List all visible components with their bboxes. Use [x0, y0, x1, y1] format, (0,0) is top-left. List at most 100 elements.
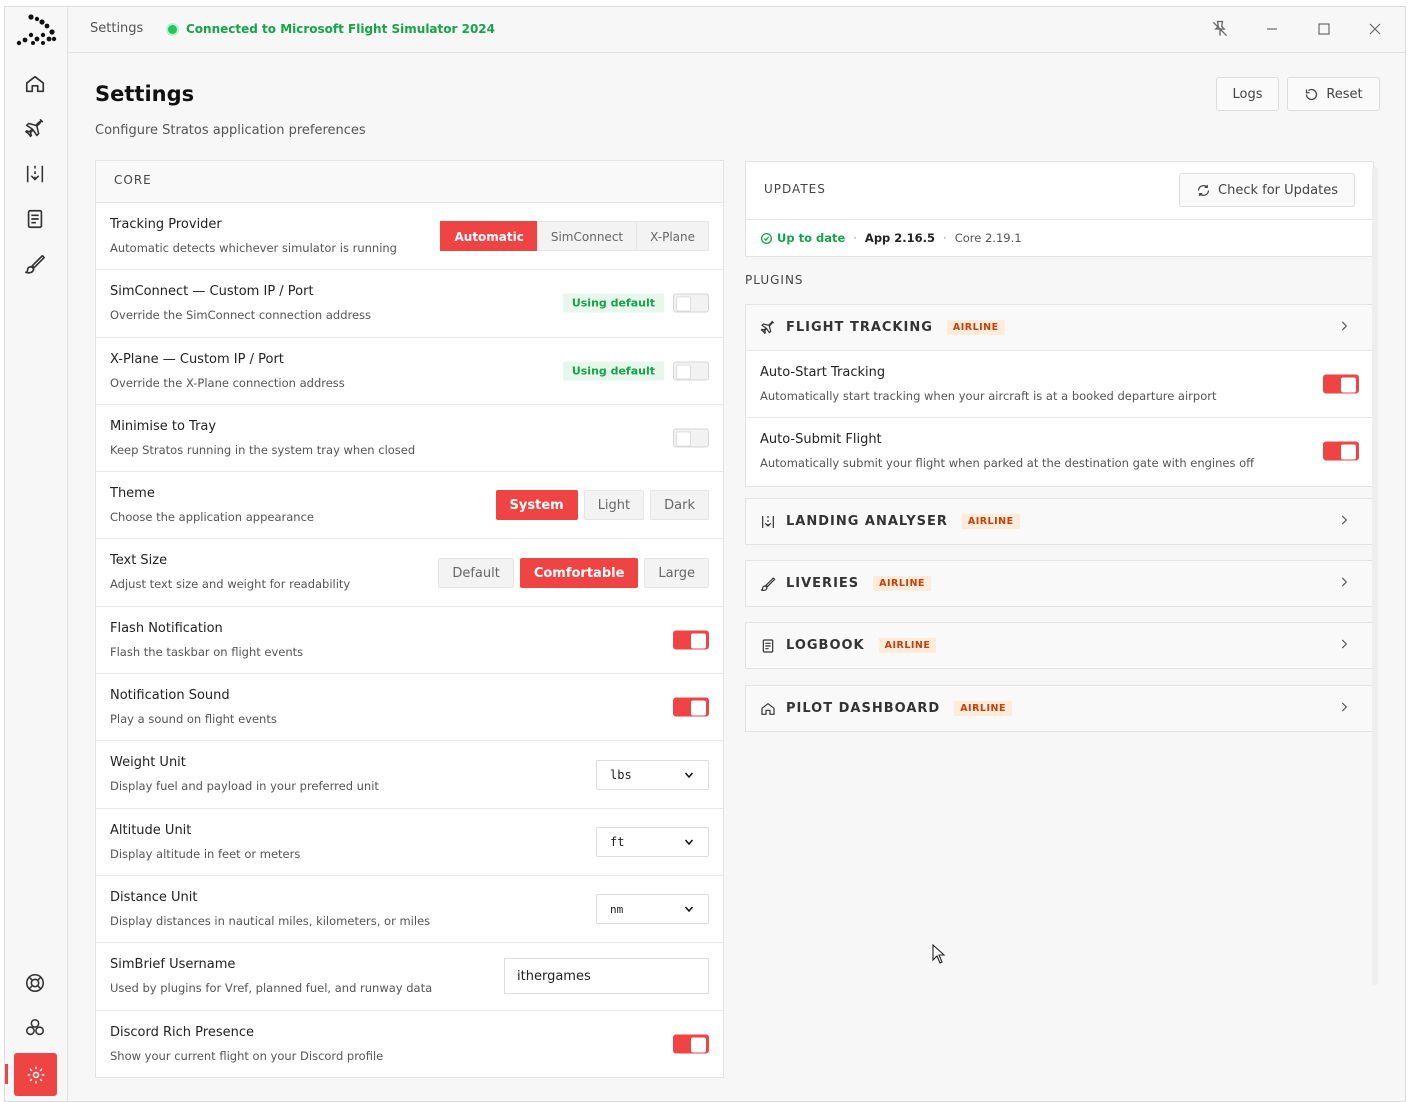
simbrief-username-input[interactable]: ithergames — [504, 958, 709, 995]
minimize-icon[interactable] — [1262, 19, 1284, 41]
scrollbar[interactable] — [1372, 167, 1378, 985]
updates-card: UPDATES Check for Updates Up to date · A… — [745, 161, 1374, 257]
plugin-logbook-name: LOGBOOK — [786, 638, 865, 653]
connection-status: Connected to Microsoft Flight Simulator … — [168, 22, 495, 36]
theme-option-system[interactable]: System — [495, 490, 578, 521]
settings-nav-button[interactable] — [14, 1053, 57, 1096]
discord-label: Discord Rich Presence — [110, 1024, 254, 1040]
tracking-option-xplane[interactable]: X-Plane — [636, 221, 709, 252]
plugins-icon[interactable] — [24, 1017, 46, 1039]
up-to-date-status: Up to date — [760, 231, 845, 245]
page-subtitle: Configure Stratos application preference… — [95, 123, 366, 138]
theme-option-dark[interactable]: Dark — [650, 490, 709, 521]
plane-icon[interactable] — [24, 118, 46, 140]
airline-badge: AIRLINE — [873, 576, 931, 591]
plugin-flight-tracking-header[interactable]: FLIGHT TRACKING AIRLINE — [746, 305, 1373, 350]
weight-select[interactable]: lbs — [596, 759, 709, 790]
discord-toggle[interactable] — [673, 1034, 709, 1054]
sound-desc: Play a sound on flight events — [110, 712, 277, 727]
plugin-flight-tracking-name: FLIGHT TRACKING — [786, 320, 933, 335]
reset-button[interactable]: Reset — [1287, 77, 1380, 111]
logbook-icon — [760, 638, 776, 654]
sidebar — [5, 7, 68, 1101]
core-version: Core 2.19.1 — [954, 231, 1022, 245]
distance-select[interactable]: nm — [596, 894, 709, 925]
tray-label: Minimise to Tray — [110, 418, 217, 434]
tray-desc: Keep Stratos running in the system tray … — [110, 442, 416, 457]
airline-badge: AIRLINE — [954, 701, 1012, 716]
chevron-down-icon — [684, 906, 694, 913]
tracking-option-automatic[interactable]: Automatic — [440, 221, 538, 252]
weight-value: lbs — [610, 767, 632, 782]
plugin-landing-analyser[interactable]: LANDING ANALYSER AIRLINE — [745, 498, 1374, 545]
tracking-provider-label: Tracking Provider — [110, 217, 222, 232]
flash-toggle[interactable] — [673, 630, 709, 650]
tracking-provider-segmented: Automatic SimConnect X-Plane — [440, 221, 709, 252]
altitude-desc: Display altitude in feet or meters — [110, 846, 301, 861]
home-icon — [760, 701, 776, 717]
flash-label: Flash Notification — [110, 620, 223, 636]
plugin-dashboard-name: PILOT DASHBOARD — [786, 701, 941, 716]
help-lifebuoy-icon[interactable] — [24, 972, 46, 994]
connection-status-text: Connected to Microsoft Flight Simulator … — [186, 22, 495, 36]
airline-badge: AIRLINE — [961, 514, 1020, 529]
unpin-icon[interactable] — [1210, 19, 1232, 41]
theme-desc: Choose the application appearance — [110, 510, 314, 525]
auto-start-toggle[interactable] — [1323, 374, 1359, 394]
landing-icon — [760, 514, 776, 530]
weight-row: Weight Unit Display fuel and payload in … — [96, 741, 723, 809]
xplane-ip-desc: Override the X-Plane connection address — [110, 375, 345, 390]
distance-desc: Display distances in nautical miles, kil… — [110, 913, 431, 928]
check-circle-icon — [760, 232, 773, 244]
refresh-icon — [1197, 184, 1210, 196]
text-size-desc: Adjust text size and weight for readabil… — [110, 577, 351, 592]
page-title: Settings — [95, 82, 195, 106]
plane-icon — [760, 320, 776, 336]
plugin-flight-tracking: FLIGHT TRACKING AIRLINE Auto-Start Track… — [745, 304, 1374, 487]
flash-desc: Flash the taskbar on flight events — [110, 644, 304, 659]
plugins-heading: PLUGINS — [745, 273, 804, 287]
home-icon[interactable] — [24, 73, 46, 95]
updates-header: UPDATES Check for Updates — [746, 162, 1373, 220]
text-size-option-large[interactable]: Large — [644, 557, 709, 588]
plugin-pilot-dashboard[interactable]: PILOT DASHBOARD AIRLINE — [745, 685, 1374, 732]
maximize-icon[interactable] — [1314, 19, 1336, 41]
theme-option-light[interactable]: Light — [583, 490, 645, 521]
tray-toggle[interactable] — [673, 428, 709, 448]
simconnect-ip-toggle[interactable] — [673, 293, 709, 313]
simbrief-label: SimBrief Username — [110, 957, 236, 973]
stratos-logo[interactable] — [15, 13, 57, 47]
flash-row: Flash Notification Flash the taskbar on … — [96, 607, 723, 675]
xplane-default-badge: Using default — [562, 361, 664, 381]
logs-button[interactable]: Logs — [1216, 77, 1279, 111]
auto-start-row: Auto-Start Tracking Automatically start … — [746, 350, 1373, 417]
simconnect-default-badge: Using default — [562, 293, 664, 313]
text-size-option-default[interactable]: Default — [438, 557, 514, 588]
text-size-segmented: Default Comfortable Large — [432, 557, 709, 588]
landing-icon[interactable] — [24, 163, 46, 185]
tracking-option-simconnect[interactable]: SimConnect — [536, 221, 638, 252]
paintbrush-icon[interactable] — [24, 253, 46, 275]
chevron-down-icon — [684, 772, 694, 778]
weight-label: Weight Unit — [110, 755, 186, 771]
text-size-label: Text Size — [110, 553, 168, 569]
altitude-label: Altitude Unit — [110, 822, 192, 838]
close-icon[interactable] — [1365, 19, 1387, 41]
distance-label: Distance Unit — [110, 889, 198, 905]
altitude-select[interactable]: ft — [596, 826, 709, 857]
simbrief-row: SimBrief Username Used by plugins for Vr… — [96, 943, 723, 1011]
xplane-ip-toggle[interactable] — [673, 361, 709, 381]
simconnect-ip-desc: Override the SimConnect connection addre… — [110, 308, 372, 323]
sound-row: Notification Sound Play a sound on fligh… — [96, 674, 723, 742]
plugin-logbook[interactable]: LOGBOOK AIRLINE — [745, 622, 1374, 669]
update-status-line: Up to date · App 2.16.5 · Core 2.19.1 — [746, 220, 1373, 256]
text-size-option-comfortable[interactable]: Comfortable — [519, 557, 639, 588]
plugin-liveries[interactable]: LIVERIES AIRLINE — [745, 560, 1374, 607]
sound-toggle[interactable] — [673, 697, 709, 717]
discord-desc: Show your current flight on your Discord… — [110, 1048, 384, 1063]
auto-submit-desc: Automatically submit your flight when pa… — [760, 456, 1255, 470]
altitude-row: Altitude Unit Display altitude in feet o… — [96, 809, 723, 876]
check-updates-button[interactable]: Check for Updates — [1179, 173, 1355, 207]
logbook-icon[interactable] — [24, 208, 46, 230]
auto-submit-toggle[interactable] — [1323, 441, 1359, 461]
